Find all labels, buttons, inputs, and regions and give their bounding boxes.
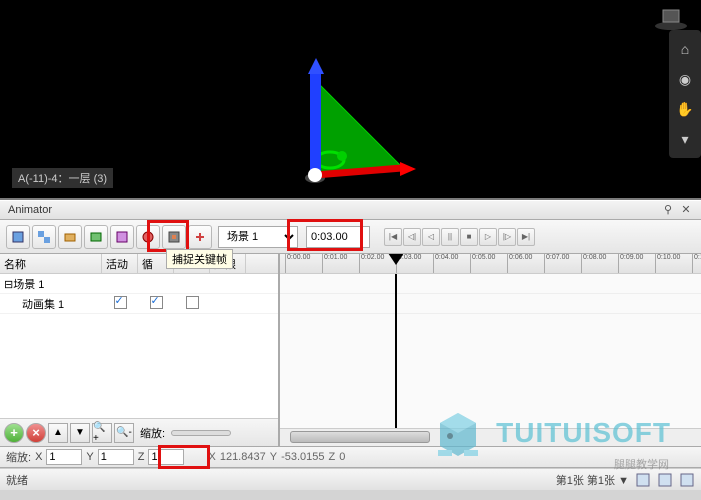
zoom-icon[interactable]: ▾ xyxy=(669,124,701,154)
scale-x-input[interactable] xyxy=(46,449,82,465)
delete-button[interactable]: × xyxy=(26,423,46,443)
ruler-tick: 0:07.00 xyxy=(544,254,569,273)
tree-row-label: 动画集 1 xyxy=(0,296,102,312)
animator-panel-title: Animator ⚲ ✕ xyxy=(0,200,701,220)
tree-row[interactable]: 动画集 1 xyxy=(0,294,278,314)
pos-y-value: -53.0155 xyxy=(281,451,324,463)
zoom-slider[interactable] xyxy=(171,430,231,436)
tree-header: 名称 活动 循 P.P. 无限 xyxy=(0,254,278,274)
move-up-button[interactable]: ▲ xyxy=(48,423,68,443)
tool-btn-4[interactable] xyxy=(84,225,108,249)
z-label: Z xyxy=(138,451,145,463)
playhead-marker[interactable] xyxy=(388,254,404,267)
ruler-tick: 0:09.00 xyxy=(618,254,643,273)
ruler-tick: 0:08.00 xyxy=(581,254,606,273)
pos-z-value: 0 xyxy=(339,451,345,463)
ruler-tick: 0:06.00 xyxy=(507,254,532,273)
time-input[interactable] xyxy=(306,226,370,248)
pos-x-label: X xyxy=(208,451,215,463)
timeline-row[interactable] xyxy=(280,274,701,294)
tool-btn-2[interactable] xyxy=(32,225,56,249)
status-bar: 就绪 第1张 第1张 ▼ xyxy=(0,468,701,490)
scrollbar-thumb[interactable] xyxy=(290,431,430,443)
pause-button[interactable]: || xyxy=(441,228,459,246)
zoom-out-button[interactable]: 🔍- xyxy=(114,423,134,443)
pin-icon[interactable]: ⚲ xyxy=(661,203,675,217)
y-label: Y xyxy=(86,451,93,463)
stop-button[interactable]: ■ xyxy=(460,228,478,246)
viewcube[interactable] xyxy=(651,4,691,32)
checkbox-active[interactable] xyxy=(114,296,127,309)
prev-key-button[interactable]: ◁| xyxy=(403,228,421,246)
tooltip-capture-keyframe: 捕捉关键帧 xyxy=(166,249,233,269)
timeline-scrollbar[interactable] xyxy=(280,428,701,446)
tool-btn-6[interactable] xyxy=(136,225,160,249)
tree-footer: + × ▲ ▼ 🔍+ 🔍- 缩放: xyxy=(0,418,278,446)
col-name: 名称 xyxy=(0,254,102,273)
status-text: 就绪 xyxy=(6,472,28,488)
tool-btn-1[interactable] xyxy=(6,225,30,249)
playhead-line[interactable] xyxy=(395,274,397,428)
add-button[interactable]: + xyxy=(4,423,24,443)
x-label: X xyxy=(35,451,42,463)
ruler-tick: 0:05.00 xyxy=(470,254,495,273)
viewport-toolbar: ⌂ ◉ ✋ ▾ xyxy=(669,30,701,158)
play-button[interactable]: ▷ xyxy=(479,228,497,246)
status-icon-3[interactable] xyxy=(679,472,695,488)
goto-start-button[interactable]: |◀ xyxy=(384,228,402,246)
pan-icon[interactable]: ✋ xyxy=(669,94,701,124)
move-down-button[interactable]: ▼ xyxy=(70,423,90,443)
status-icon-1[interactable] xyxy=(635,472,651,488)
scale-label: 缩放: xyxy=(6,449,31,465)
view-label: A(-11)-4：一层 (3) xyxy=(12,168,113,188)
ruler-tick: 0:11.00 xyxy=(692,254,701,273)
ruler-tick: 0:10.00 xyxy=(655,254,680,273)
pos-x-value: 121.8437 xyxy=(220,451,266,463)
timeline-panel: 0:00.00 0:01.00 0:02.00 0:03.00 0:04.00 … xyxy=(280,254,701,446)
animator-toolbar: 场景 1 |◀ ◁| ◁ || ■ ▷ |▷ ▶| 捕捉关键帧 xyxy=(0,220,701,254)
orbit-icon[interactable]: ◉ xyxy=(669,64,701,94)
coordinate-bar: 缩放: X Y Z X 121.8437 Y -53.0155 Z 0 xyxy=(0,446,701,468)
scale-z-input[interactable] xyxy=(148,449,184,465)
status-icon-2[interactable] xyxy=(657,472,673,488)
tool-btn-8[interactable] xyxy=(188,225,212,249)
gizmo-transform[interactable] xyxy=(260,50,420,190)
panel-title-text: Animator xyxy=(8,204,52,216)
tool-btn-5[interactable] xyxy=(110,225,134,249)
time-ruler[interactable]: 0:00.00 0:01.00 0:02.00 0:03.00 0:04.00 … xyxy=(280,254,701,274)
tree-row[interactable]: ⊟场景 1 xyxy=(0,274,278,294)
scale-y-input[interactable] xyxy=(98,449,134,465)
zoom-label: 缩放: xyxy=(140,425,165,441)
goto-end-button[interactable]: ▶| xyxy=(517,228,535,246)
play-rev-button[interactable]: ◁ xyxy=(422,228,440,246)
ruler-tick: 0:04.00 xyxy=(433,254,458,273)
ruler-tick: 0:01.00 xyxy=(322,254,347,273)
scene-dropdown[interactable]: 场景 1 xyxy=(218,226,298,248)
zoom-in-button[interactable]: 🔍+ xyxy=(92,423,112,443)
tree-body[interactable]: ⊟场景 1 动画集 1 xyxy=(0,274,278,418)
ruler-tick: 0:02.00 xyxy=(359,254,384,273)
checkbox-pp[interactable] xyxy=(186,296,199,309)
home-icon[interactable]: ⌂ xyxy=(669,34,701,64)
next-key-button[interactable]: |▷ xyxy=(498,228,516,246)
ruler-tick: 0:00.00 xyxy=(285,254,310,273)
pos-y-label: Y xyxy=(270,451,277,463)
status-sheet-info[interactable]: 第1张 第1张 ▼ xyxy=(556,472,629,488)
animator-main: 名称 活动 循 P.P. 无限 ⊟场景 1 动画集 1 + × ▲ ▼ � xyxy=(0,254,701,446)
capture-keyframe-button[interactable] xyxy=(162,225,186,249)
playback-controls: |◀ ◁| ◁ || ■ ▷ |▷ ▶| xyxy=(384,228,535,246)
tool-btn-3[interactable] xyxy=(58,225,82,249)
viewport-3d[interactable]: ⌂ ◉ ✋ ▾ A(-11)-4：一层 (3) xyxy=(0,0,701,200)
col-active: 活动 xyxy=(102,254,138,273)
checkbox-loop[interactable] xyxy=(150,296,163,309)
timeline-row[interactable] xyxy=(280,294,701,314)
close-icon[interactable]: ✕ xyxy=(679,203,693,217)
scene-tree-panel: 名称 活动 循 P.P. 无限 ⊟场景 1 动画集 1 + × ▲ ▼ � xyxy=(0,254,280,446)
pos-z-label: Z xyxy=(329,451,336,463)
timeline-body[interactable] xyxy=(280,274,701,428)
tree-row-label: ⊟场景 1 xyxy=(0,276,102,292)
